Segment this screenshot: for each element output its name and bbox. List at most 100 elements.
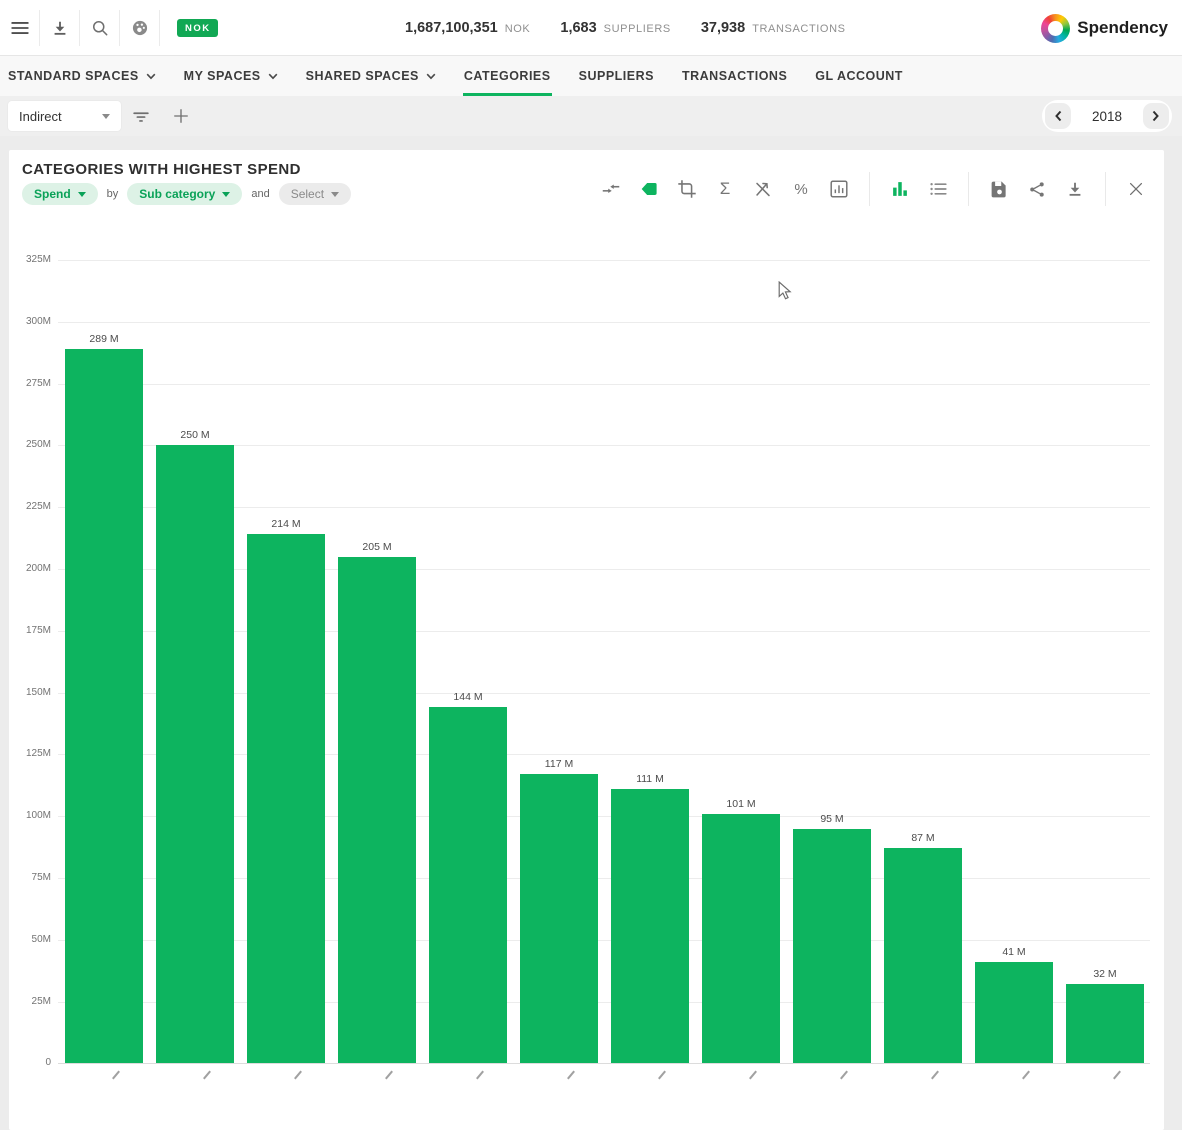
crop-button[interactable]	[675, 177, 699, 201]
x-axis-label-truncated	[112, 1071, 120, 1080]
sum-button[interactable]: Σ	[713, 177, 737, 201]
save-button[interactable]	[987, 177, 1011, 201]
gridline	[58, 322, 1150, 323]
y-axis-tick-label: 325M	[9, 254, 51, 265]
stat-label: SUPPLIERS	[604, 23, 671, 35]
palette-icon	[130, 18, 150, 38]
bar-9[interactable]	[793, 829, 871, 1064]
bar-8[interactable]	[702, 814, 780, 1064]
share-button[interactable]	[1025, 177, 1049, 201]
download-chart-button[interactable]	[1063, 177, 1087, 201]
x-axis-label-truncated	[1113, 1071, 1121, 1080]
divider	[1105, 172, 1106, 206]
tab-label: SHARED SPACES	[306, 69, 419, 83]
tab-transactions[interactable]: TRANSACTIONS	[668, 56, 801, 96]
tab-shared-spaces[interactable]: SHARED SPACES	[292, 56, 450, 96]
bar-value-label: 111 M	[611, 773, 689, 785]
menu-button[interactable]	[0, 0, 39, 55]
search-icon	[90, 18, 110, 38]
stat-value: 1,683	[560, 20, 596, 36]
next-year-button[interactable]	[1143, 103, 1169, 129]
stat-transactions: 37,938 TRANSACTIONS	[701, 20, 846, 36]
bar-5[interactable]	[429, 707, 507, 1063]
category-filter-select[interactable]: Indirect	[8, 101, 121, 131]
brand-name: Spendency	[1077, 18, 1168, 38]
tab-standard-spaces[interactable]: STANDARD SPACES	[8, 56, 170, 96]
stat-total-spend: 1,687,100,351 NOK	[405, 20, 530, 36]
stat-suppliers: 1,683 SUPPLIERS	[560, 20, 670, 36]
list-view-button[interactable]	[926, 177, 950, 201]
percent-icon: %	[794, 181, 807, 198]
export-button[interactable]	[40, 0, 79, 55]
y-axis-tick-label: 125M	[9, 748, 51, 759]
x-axis-label-truncated	[840, 1071, 848, 1080]
y-axis-tick-label: 150M	[9, 687, 51, 698]
tab-categories[interactable]: CATEGORIES	[450, 56, 565, 96]
dimension-label: Sub category	[139, 187, 215, 201]
dimension-select-pill[interactable]: Sub category	[127, 183, 242, 205]
filter-button[interactable]	[121, 96, 161, 136]
gridline	[58, 260, 1150, 261]
bar-1[interactable]	[65, 349, 143, 1063]
share-icon	[1027, 179, 1048, 200]
y-axis-tick-label: 300M	[9, 316, 51, 327]
tab-label: TRANSACTIONS	[682, 69, 787, 83]
category-filter-value: Indirect	[19, 109, 62, 124]
stat-label: NOK	[505, 23, 531, 35]
bar-4[interactable]	[338, 557, 416, 1064]
percent-button[interactable]: %	[789, 177, 813, 201]
currency-badge[interactable]: NOK	[177, 19, 218, 37]
chevron-down-icon	[331, 192, 339, 197]
y-axis-tick-label: 100M	[9, 810, 51, 821]
and-label: and	[251, 188, 269, 200]
bar-value-label: 144 M	[429, 691, 507, 703]
chart-panel: CATEGORIES WITH HIGHEST SPEND Spend by S…	[9, 150, 1164, 1130]
bar-3[interactable]	[247, 534, 325, 1063]
sort-toggle-button[interactable]	[751, 177, 775, 201]
secondary-dimension-label: Select	[291, 187, 324, 201]
chevron-down-icon	[78, 192, 86, 197]
tab-suppliers[interactable]: SUPPLIERS	[565, 56, 668, 96]
bar-12[interactable]	[1066, 984, 1144, 1063]
chevron-right-icon	[1151, 110, 1160, 122]
bar-6[interactable]	[520, 774, 598, 1063]
y-axis-tick-label: 25M	[9, 996, 51, 1007]
bar-chart-view-button[interactable]	[888, 177, 912, 201]
tag-button[interactable]	[637, 177, 661, 201]
sort-off-icon	[752, 178, 774, 200]
x-axis-label-truncated	[567, 1071, 575, 1080]
merge-button[interactable]	[599, 177, 623, 201]
bar-value-label: 101 M	[702, 798, 780, 810]
bar-11[interactable]	[975, 962, 1053, 1063]
tab-my-spaces[interactable]: MY SPACES	[170, 56, 292, 96]
add-widget-button[interactable]	[161, 96, 201, 136]
chevron-down-icon	[268, 73, 278, 80]
year-value: 2018	[1092, 109, 1122, 124]
tab-label: SUPPLIERS	[579, 69, 654, 83]
close-panel-button[interactable]	[1124, 177, 1148, 201]
measure-select-pill[interactable]: Spend	[22, 183, 98, 205]
boxed-chart-icon	[828, 178, 850, 200]
year-pager: 2018	[1042, 100, 1172, 132]
tab-label: STANDARD SPACES	[8, 69, 139, 83]
bar-2[interactable]	[156, 445, 234, 1063]
previous-year-button[interactable]	[1045, 103, 1071, 129]
theme-button[interactable]	[120, 0, 159, 55]
sigma-icon: Σ	[720, 179, 731, 199]
bar-value-label: 250 M	[156, 429, 234, 441]
tab-label: CATEGORIES	[464, 69, 551, 83]
merge-arrows-icon	[600, 178, 622, 200]
main-nav: STANDARD SPACES MY SPACES SHARED SPACES …	[0, 56, 1182, 96]
search-button[interactable]	[80, 0, 119, 55]
secondary-dimension-select-pill[interactable]: Select	[279, 183, 351, 205]
tab-gl-account[interactable]: GL ACCOUNT	[801, 56, 917, 96]
y-axis-tick-label: 75M	[9, 872, 51, 883]
chart-toolbar: Σ %	[599, 172, 1148, 206]
bar-10[interactable]	[884, 848, 962, 1063]
bar-7[interactable]	[611, 789, 689, 1063]
save-icon	[989, 179, 1010, 200]
stat-value: 1,687,100,351	[405, 20, 498, 36]
chart-settings-button[interactable]	[827, 177, 851, 201]
measure-label: Spend	[34, 187, 71, 201]
bar-value-label: 95 M	[793, 813, 871, 825]
